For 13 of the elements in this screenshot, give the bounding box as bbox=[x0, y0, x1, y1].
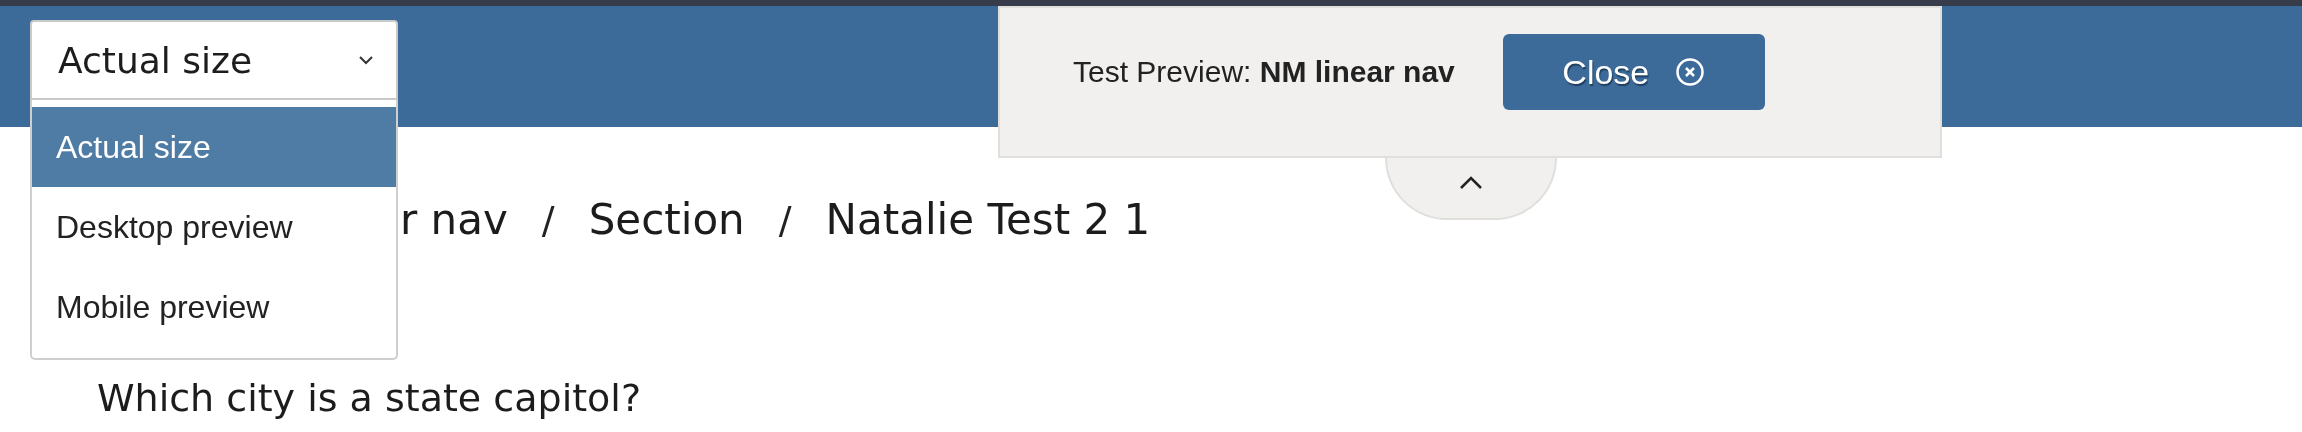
breadcrumb-separator: / bbox=[541, 197, 555, 242]
preview-title: Test Preview: NM linear nav bbox=[1073, 55, 1455, 89]
chevron-up-icon bbox=[1459, 176, 1483, 190]
close-button[interactable]: Close bbox=[1502, 34, 1765, 110]
dropdown-option[interactable]: Actual size bbox=[32, 107, 396, 187]
size-select[interactable]: Actual size bbox=[30, 20, 398, 100]
question-text: Which city is a state capitol? bbox=[97, 376, 642, 420]
breadcrumb-item[interactable]: r nav bbox=[400, 195, 508, 244]
chevron-down-icon bbox=[358, 55, 374, 65]
close-circle-icon bbox=[1675, 57, 1706, 87]
breadcrumb-separator: / bbox=[778, 197, 792, 242]
breadcrumb-item: Natalie Test 2 1 bbox=[825, 195, 1151, 244]
breadcrumb-item[interactable]: Section bbox=[588, 195, 745, 244]
